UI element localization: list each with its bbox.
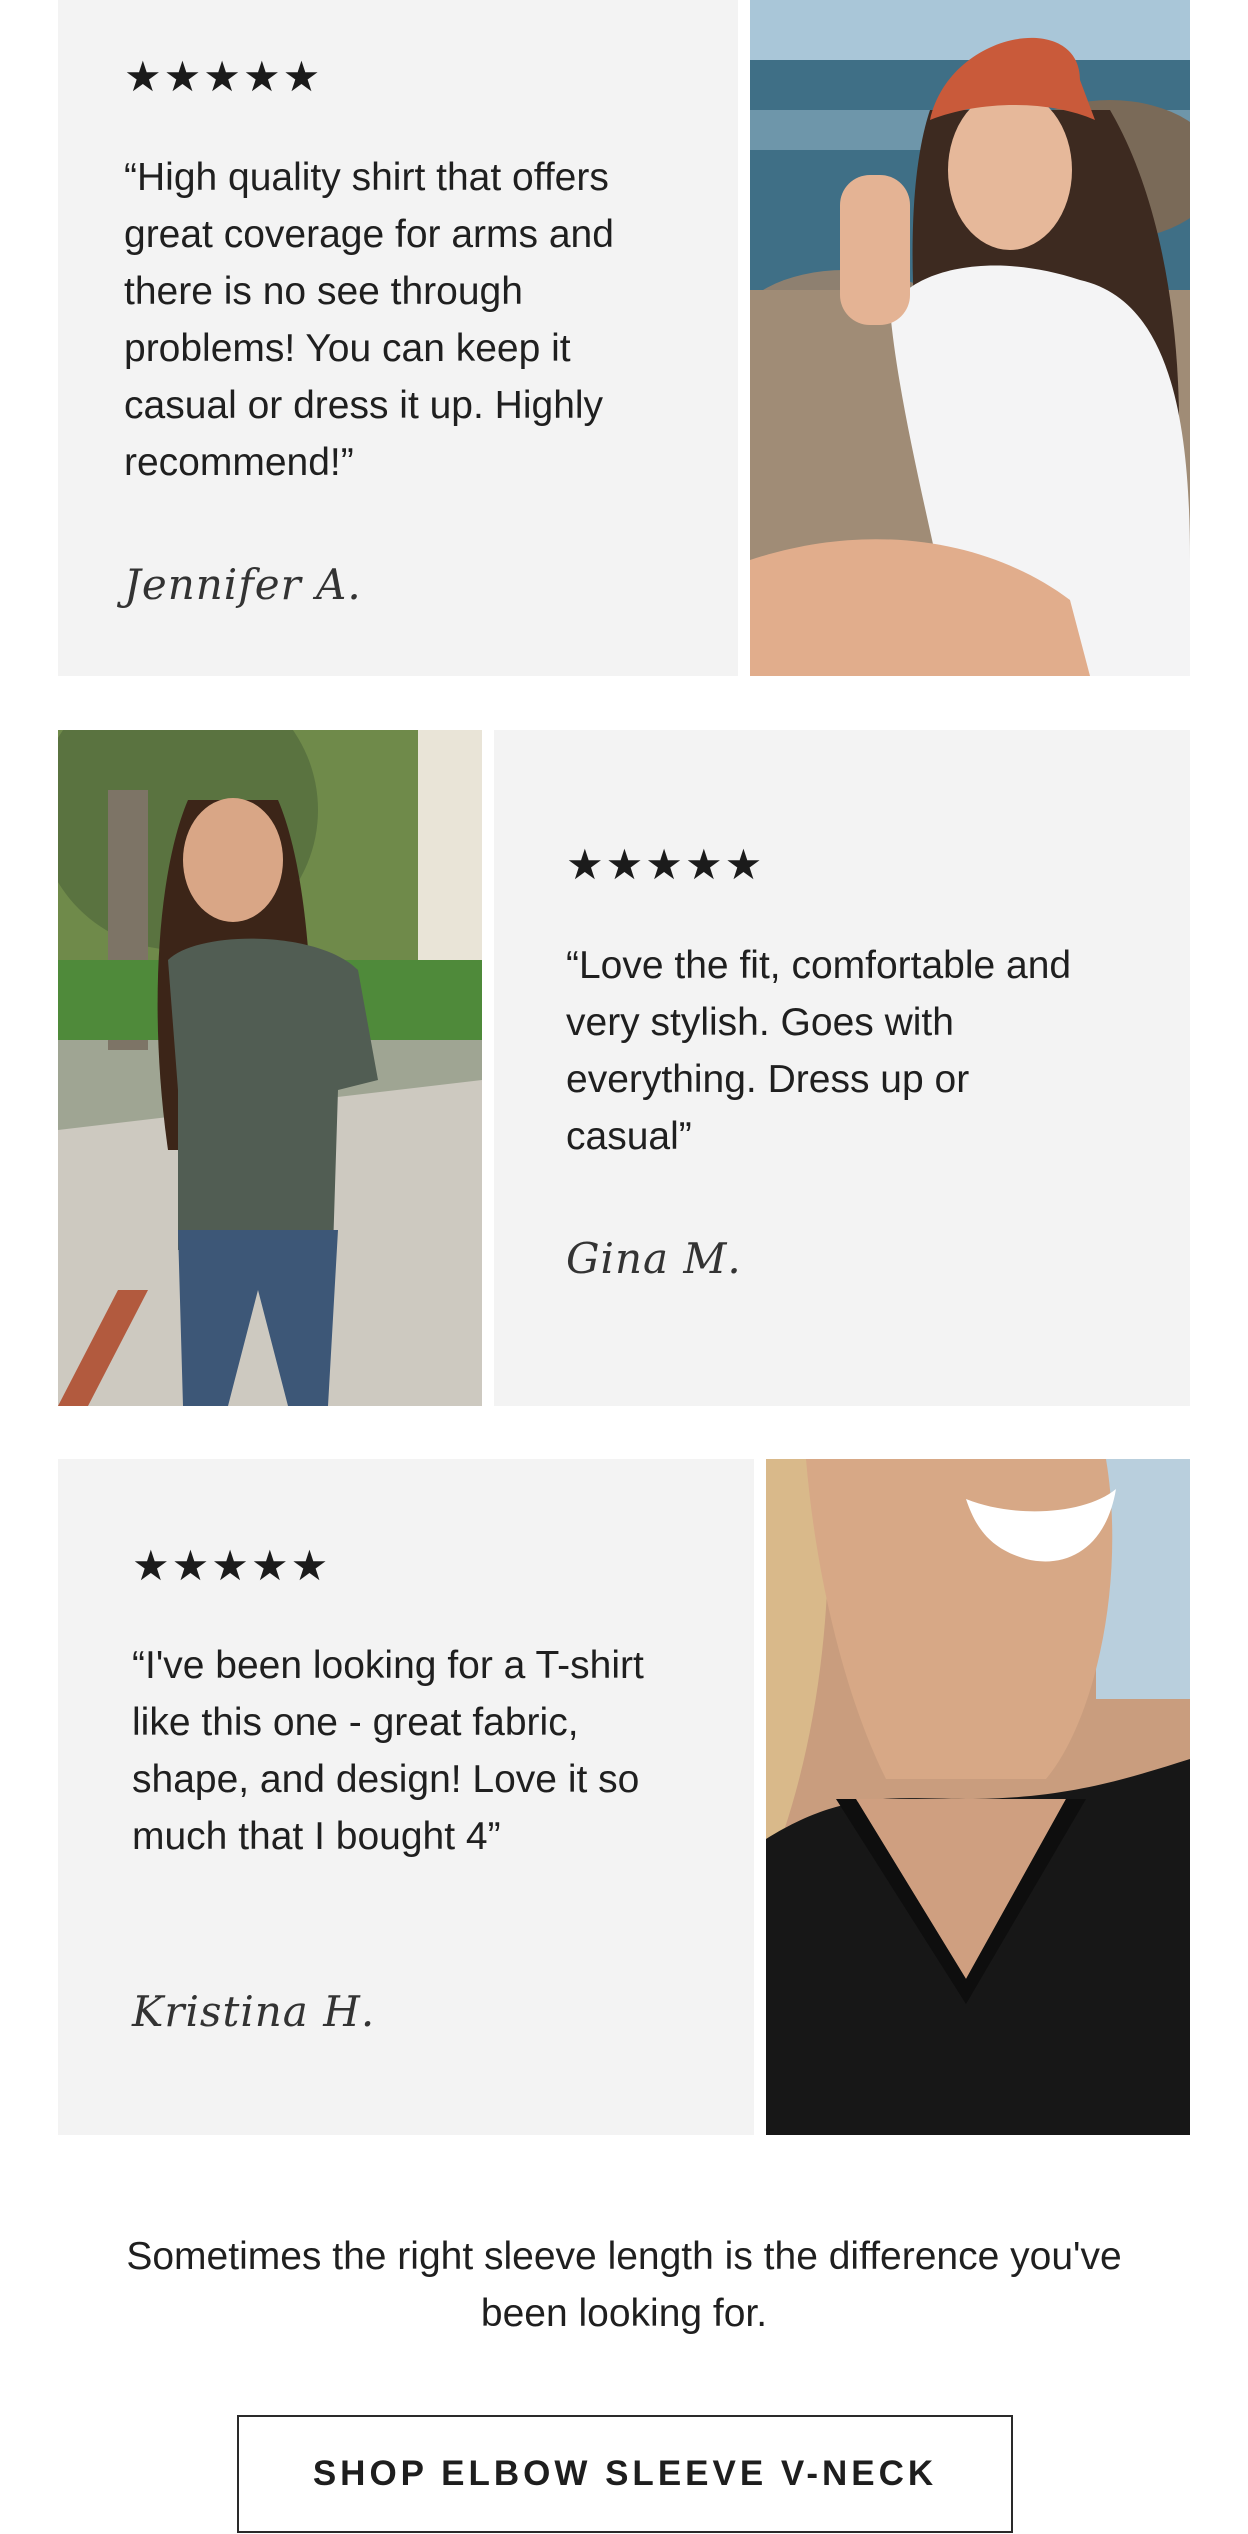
reviewer-signature: Jennifer A.: [124, 560, 362, 609]
review-quote: “High quality shirt that offers great co…: [124, 156, 614, 484]
shop-elbow-sleeve-button[interactable]: SHOP ELBOW SLEEVE V-NECK: [237, 2415, 1013, 2533]
star-rating: ★★★★★: [132, 1542, 331, 1589]
star-rating: ★★★★★: [566, 841, 765, 888]
reviewer-signature: Gina M.: [566, 1234, 742, 1283]
product-photo-green-tee: [58, 730, 482, 1406]
review-quote: “Love the fit, comfortable and very styl…: [566, 944, 1072, 1158]
review-quote: “I've been looking for a T-shirt like th…: [132, 1644, 644, 1858]
tagline: Sometimes the right sleeve length is the…: [126, 2235, 1122, 2335]
product-photo-white-tee: [750, 0, 1190, 676]
product-photo-black-tee: [766, 1459, 1190, 2135]
review-card-1: ★★★★★ “High quality shirt that offers gr…: [58, 0, 738, 676]
review-card-3: ★★★★★ “I've been looking for a T-shirt l…: [58, 1459, 754, 2135]
review-card-2: ★★★★★ “Love the fit, comfortable and ver…: [494, 730, 1190, 1406]
reviewer-signature: Kristina H.: [132, 1987, 376, 2036]
star-rating: ★★★★★: [124, 53, 323, 100]
